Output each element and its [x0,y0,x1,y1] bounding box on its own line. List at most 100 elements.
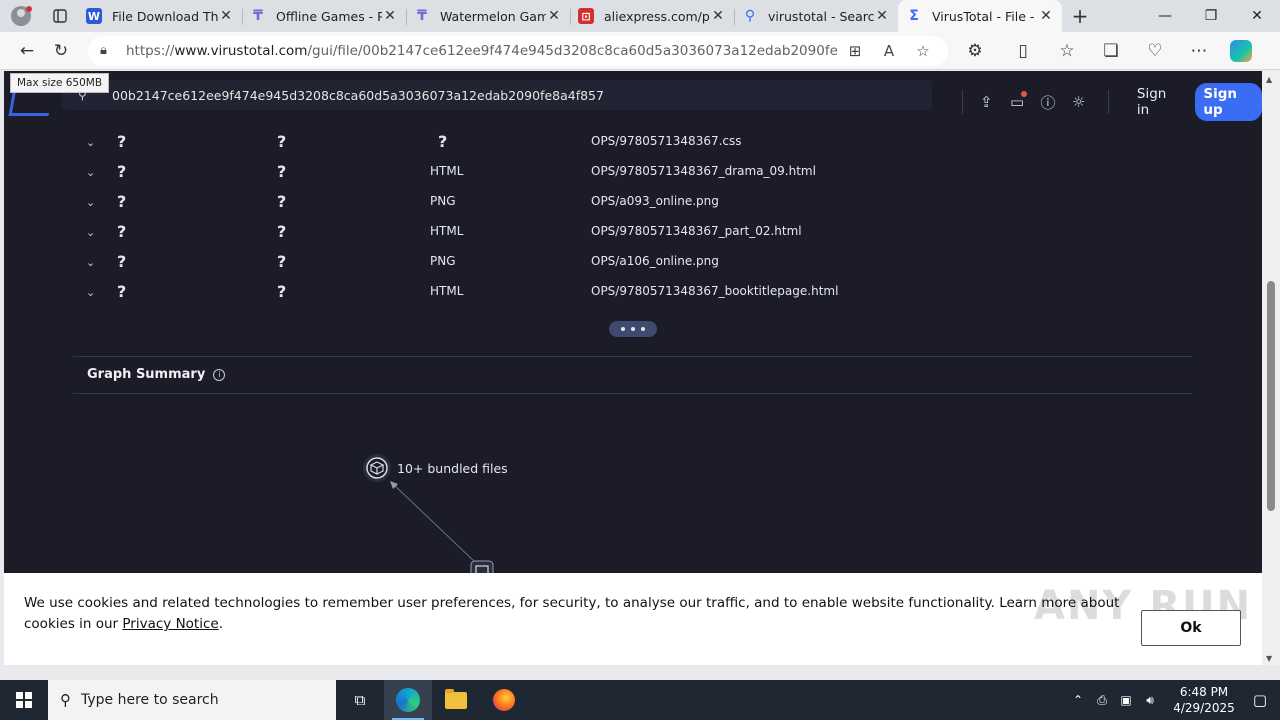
scanned-cell: ? [277,162,287,181]
close-window-icon[interactable]: ✕ [1234,0,1280,32]
scroll-down-icon[interactable]: ▼ [1266,654,1272,663]
help-icon[interactable]: ⓘ [1032,89,1063,115]
clock-time: 6:48 PM [1179,685,1229,699]
browser-tab-strip: W File Download The ✕ ₸ Offline Games - … [0,0,1280,32]
new-tab-button[interactable]: + [1062,0,1098,32]
minimize-icon[interactable]: — [1142,0,1188,32]
scroll-up-icon[interactable]: ▲ [1266,75,1272,84]
chevron-down-icon[interactable]: ⌄ [86,166,95,179]
taskbar-file-explorer[interactable] [432,680,480,720]
close-icon[interactable]: ✕ [382,8,398,24]
back-icon[interactable]: ← [10,36,44,66]
tab-title: Watermelon Game [440,8,546,24]
privacy-notice-link[interactable]: Privacy Notice [122,616,218,632]
table-row: ⌄ ? ? PNG OPS/a106_online.png [4,247,1262,277]
search-placeholder: Type here to search [81,692,219,708]
upload-icon[interactable]: ⇪ [971,89,1002,115]
notification-center-icon[interactable]: ▢ [1240,691,1280,709]
chat-icon[interactable]: ▭ [1002,89,1033,115]
cookie-ok-button[interactable]: Ok [1141,610,1241,646]
windows-taskbar: ⚲ Type here to search ⧉ ⌃ ⎙ ▣ 🔊︎ 6:48 PM… [0,680,1280,720]
network-icon[interactable]: ▣ [1114,693,1138,707]
collections-icon[interactable]: ❏ [1094,36,1128,66]
graph-svg [363,454,494,584]
tab-1[interactable]: ₸ Offline Games - Pl ✕ [242,0,406,32]
restore-icon[interactable]: ❐ [1188,0,1234,32]
close-icon[interactable]: ✕ [218,8,234,24]
chevron-down-icon[interactable]: ⌄ [86,286,95,299]
type-cell: HTML [430,284,464,298]
sign-up-button[interactable]: Sign up [1195,83,1262,121]
bundled-files-table: ⌄ ? ? ? OPS/9780571348367.css ⌄ ? ? HTML… [4,127,1262,307]
tab-5[interactable]: Σ VirusTotal - File - 0 ✕ [898,0,1062,32]
volume-icon[interactable]: 🔊︎ [1138,693,1162,708]
graph-canvas[interactable]: 10+ bundled files [4,401,1262,584]
tab-actions-icon [53,9,67,23]
search-icon: ⚲ [744,8,756,24]
page-viewport: ⚲ 00b2147ce612ee9f474e945d3208c8ca60d5a3… [4,71,1262,665]
device-icon[interactable]: ⎙ [1090,693,1114,708]
close-icon[interactable]: ✕ [710,8,726,24]
theme-toggle-icon[interactable]: ☼ [1063,89,1094,115]
tab-3[interactable]: ⊡ aliexpress.com/p/ ✕ [570,0,734,32]
start-button[interactable] [0,680,48,720]
close-icon[interactable]: ✕ [1038,8,1054,24]
extensions-icon[interactable]: ⚙ [958,36,992,66]
clock[interactable]: 6:48 PM 4/29/2025 [1168,684,1240,716]
chevron-down-icon[interactable]: ⌄ [86,136,95,149]
vt-search-input[interactable]: ⚲ 00b2147ce612ee9f474e945d3208c8ca60d5a3… [62,80,932,110]
browser-essentials-icon[interactable]: ♡ [1138,36,1172,66]
type-cell: HTML [430,224,464,238]
cookie-message-end: . [218,616,224,632]
close-icon[interactable]: ✕ [546,8,562,24]
sign-in-link[interactable]: Sign in [1137,86,1177,118]
favorite-star-icon[interactable]: ☆ [906,42,940,60]
dot [621,327,625,331]
table-row: ⌄ ? ? PNG OPS/a093_online.png [4,187,1262,217]
taskbar-search-input[interactable]: ⚲ Type here to search [48,680,336,720]
profile-button[interactable] [0,0,42,32]
task-view-button[interactable]: ⧉ [336,680,384,720]
more-menu-icon[interactable]: ⋯ [1182,36,1216,66]
tab-4[interactable]: ⚲ virustotal - Search ✕ [734,0,898,32]
tab-actions-button[interactable] [42,0,78,32]
aliexpress-icon: ⊡ [578,8,594,24]
address-bar[interactable]: 🔒︎ https://www.virustotal.com/gui/file/0… [88,35,948,66]
split-screen-icon[interactable]: ▯ [1006,36,1040,66]
close-icon[interactable]: ✕ [874,8,890,24]
url-text: https://www.virustotal.com/gui/file/00b2… [126,42,838,59]
chevron-up-icon[interactable]: ⌃ [1066,693,1090,707]
tab-title: aliexpress.com/p/ [604,8,710,24]
detection-cell: ? [117,222,127,241]
read-aloud-icon[interactable]: A [872,42,906,60]
taskbar-firefox[interactable] [480,680,528,720]
firefox-icon [493,689,515,711]
app-available-icon[interactable]: ⊞ [838,42,872,60]
lock-icon[interactable]: 🔒︎ [100,43,120,58]
vt-header-actions: ⇪ ▭ ⓘ ☼ Sign in Sign up [954,83,1262,121]
detection-cell: ? [117,192,127,211]
info-icon[interactable]: i [213,368,226,381]
chevron-down-icon[interactable]: ⌄ [86,226,95,239]
page-scrollbar[interactable]: ▲ ▼ [1262,71,1280,665]
chevron-down-icon[interactable]: ⌄ [86,196,95,209]
graph-edge [391,482,477,564]
search-icon: ⚲ [60,691,71,709]
scroll-thumb[interactable] [1267,281,1275,511]
copilot-button[interactable] [1224,36,1258,66]
tab-0[interactable]: W File Download The ✕ [78,0,242,32]
refresh-icon[interactable]: ↻ [44,36,78,66]
table-row: ⌄ ? ? ? OPS/9780571348367.css [4,127,1262,157]
chevron-down-icon[interactable]: ⌄ [86,256,95,269]
show-more-button[interactable] [609,321,657,337]
scanned-cell: ? [277,192,287,211]
taskbar-edge[interactable] [384,680,432,720]
edge-icon [396,688,420,712]
tab-2[interactable]: ₸ Watermelon Game ✕ [406,0,570,32]
favorites-icon[interactable]: ☆ [1050,36,1084,66]
scanned-cell: ? [277,132,287,151]
copilot-icon [1230,39,1252,62]
section-divider [73,393,1192,394]
chat-notification-dot [1021,91,1028,97]
divider [962,90,963,114]
